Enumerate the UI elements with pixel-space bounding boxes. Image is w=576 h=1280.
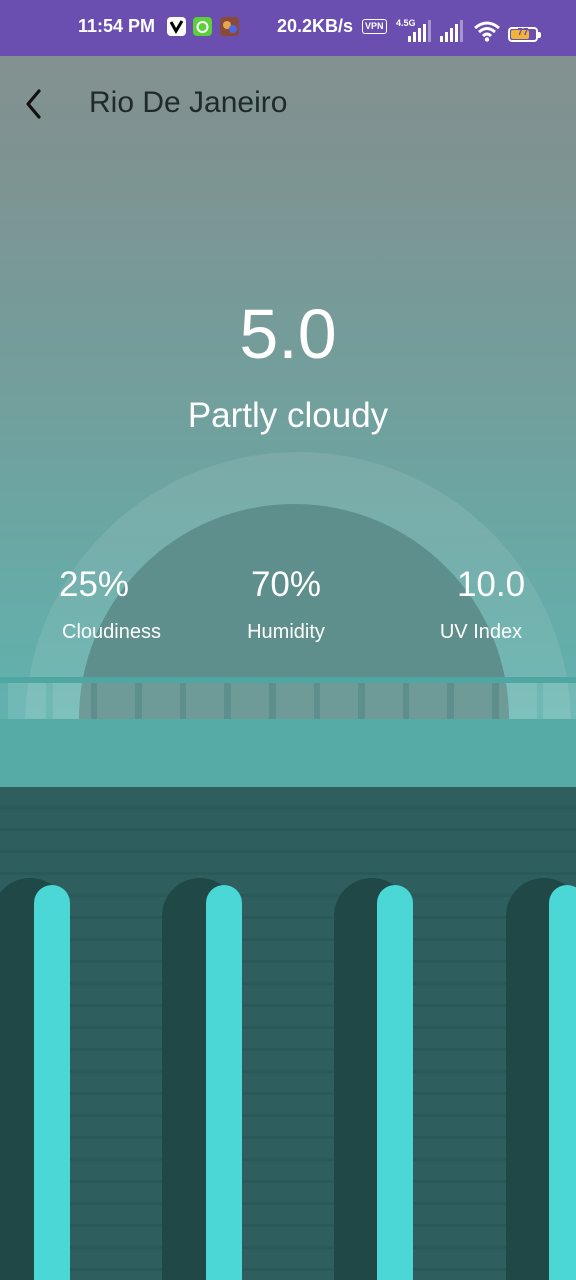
signal-icon [440, 20, 463, 42]
uv-index-stat: 10.0 UV Index [416, 565, 546, 644]
railing-panel [97, 683, 136, 719]
battery-tip [538, 32, 541, 38]
railing-panel [8, 683, 46, 719]
railing-panel [231, 683, 269, 719]
cloudiness-stat: 25% Cloudiness [54, 565, 174, 644]
status-time: 11:54 PM [78, 16, 156, 36]
humidity-value: 70% [250, 565, 322, 604]
railing-panel [454, 683, 492, 719]
weather-detail-screen: 11:54 PM 20.2KB/s VPN 4.5G 77 Rio De Jan… [0, 0, 576, 1280]
status-bar: 11:54 PM 20.2KB/s VPN 4.5G 77 [0, 0, 576, 56]
bridge-pillar [34, 885, 70, 1280]
railing-panel [498, 683, 537, 719]
game-app-icon [220, 17, 239, 36]
railing-panel [186, 683, 225, 719]
humidity-stat: 70% Humidity [226, 565, 346, 644]
weather-condition: Partly cloudy [187, 396, 389, 435]
railing-panel [320, 683, 359, 719]
cloudiness-label: Cloudiness [62, 621, 161, 643]
alarm-app-icon [193, 17, 212, 36]
temperature-value: 5.0 [239, 295, 337, 373]
signal-icon [408, 20, 431, 42]
back-button[interactable] [14, 82, 54, 126]
network-speed: 20.2KB/s [277, 16, 354, 36]
bridge-pillar [377, 885, 413, 1280]
railing-panel [364, 683, 403, 719]
railing-panel [141, 683, 180, 719]
cloudiness-value: 25% [59, 565, 130, 604]
bridge-pillar [549, 885, 576, 1280]
bridge-pillar [206, 885, 242, 1280]
railing-panel [275, 683, 314, 719]
vpn-badge: VPN [362, 19, 387, 34]
city-title: Rio De Janeiro [89, 86, 288, 119]
battery-level: 77 [517, 27, 529, 38]
back-arrow-icon [26, 89, 41, 119]
wifi-icon [474, 21, 500, 42]
uv-index-value: 10.0 [456, 565, 526, 604]
uv-index-label: UV Index [439, 621, 523, 643]
v-app-icon [167, 17, 186, 36]
railing-panel [52, 683, 91, 719]
railing-panel [409, 683, 448, 719]
bridge-wall [0, 787, 576, 1280]
railing-panel [543, 683, 576, 719]
bridge-railing [0, 683, 576, 719]
bridge-deck [0, 719, 576, 787]
battery-icon: 77 [508, 27, 538, 42]
humidity-label: Humidity [247, 621, 325, 643]
